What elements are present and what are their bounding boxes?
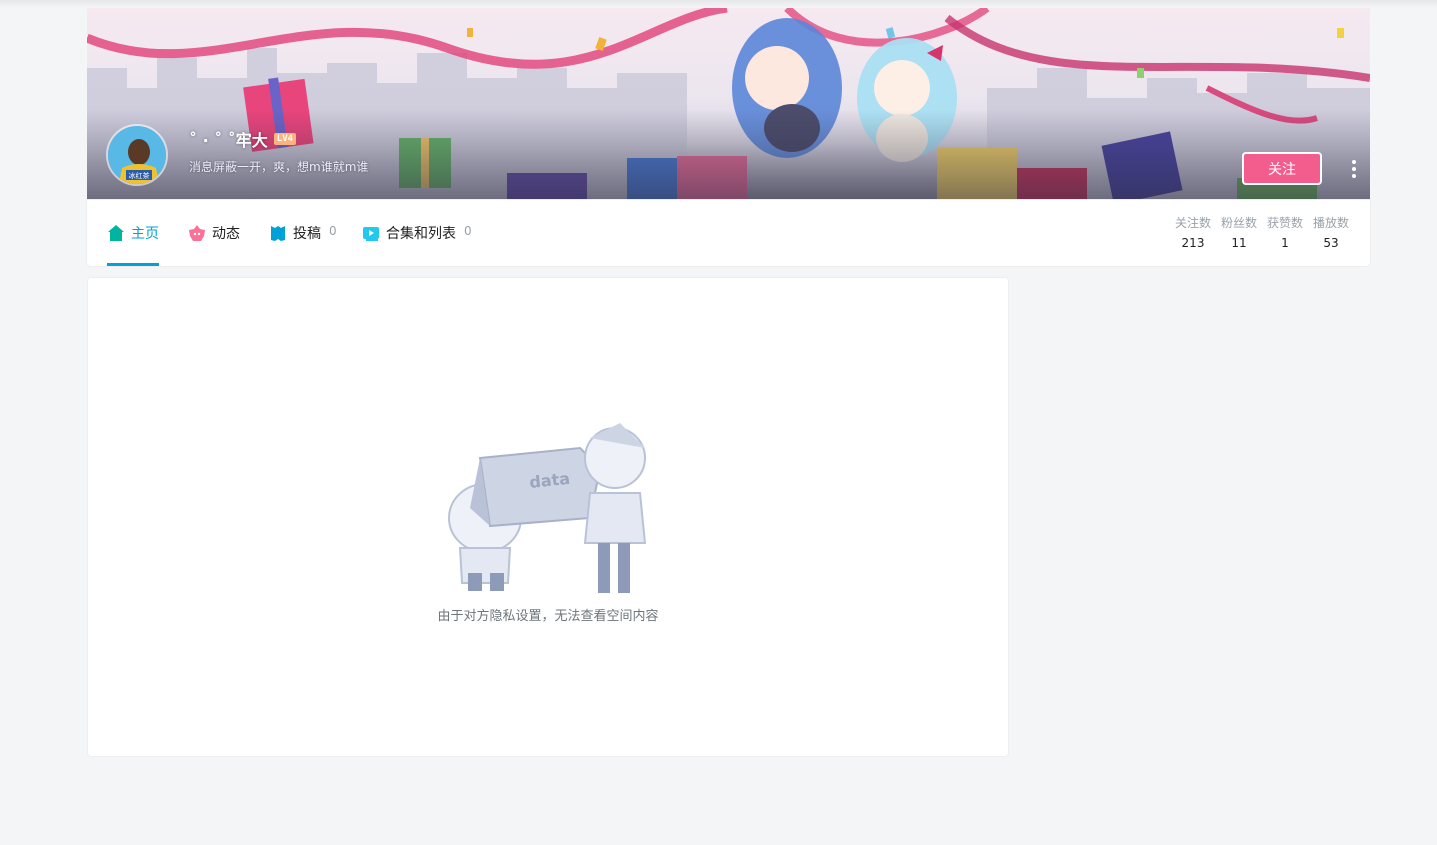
main-content: data 由于对方隐私设置，无法查看空间内容 — [87, 277, 1009, 757]
collection-icon — [363, 227, 379, 241]
stat-plays-value: 53 — [1323, 236, 1339, 250]
tab-collection[interactable]: 合集和列表 0 — [362, 200, 472, 266]
empty-illustration: data — [448, 423, 647, 593]
tab-upload-label: 投稿 — [293, 226, 321, 242]
upload-icon — [271, 226, 285, 241]
dynamic-icon — [189, 225, 205, 241]
tab-home[interactable]: 主页 — [107, 200, 159, 266]
follow-button[interactable]: 关注 — [1242, 152, 1322, 185]
stat-fans[interactable]: 粉丝数 11 — [1216, 214, 1262, 254]
avatar-jersey-text: 冰红茶 — [129, 171, 150, 180]
stat-fans-label: 粉丝数 — [1220, 216, 1257, 230]
level-badge: LV4 — [273, 133, 297, 145]
tab-upload[interactable]: 投稿 0 — [269, 200, 337, 266]
tab-home-label: 主页 — [131, 226, 159, 242]
stat-following[interactable]: 关注数 213 — [1170, 214, 1216, 254]
stat-following-label: 关注数 — [1174, 216, 1211, 230]
stat-likes[interactable]: 获赞数 1 — [1262, 214, 1308, 254]
empty-message: 由于对方隐私设置，无法查看空间内容 — [437, 609, 659, 624]
tab-upload-count: 0 — [329, 224, 337, 238]
stat-plays[interactable]: 播放数 53 — [1308, 214, 1354, 254]
tab-dynamic[interactable]: 动态 — [188, 200, 240, 266]
avatar[interactable]: 冰红茶 — [106, 124, 168, 186]
space-nav: 主页 动态 投稿 0 合集和列表 0 关注数 213 粉丝数 11 获赞数 1 … — [87, 200, 1370, 266]
stat-likes-label: 获赞数 — [1266, 216, 1303, 230]
stat-plays-label: 播放数 — [1312, 216, 1349, 230]
user-sign: 消息屏蔽一开，爽，想m谁就m谁 — [189, 160, 369, 174]
more-menu-icon[interactable] — [1347, 158, 1361, 180]
stat-fans-value: 11 — [1231, 236, 1247, 250]
top-shadow — [0, 0, 1437, 8]
space-header: 冰红茶 ˚ · ˚ ˚牢大 LV4 消息屏蔽一开，爽，想m谁就m谁 关注 主页 … — [87, 8, 1370, 266]
tab-collection-label: 合集和列表 — [386, 226, 456, 242]
banner-shade — [87, 110, 1370, 200]
tab-collection-count: 0 — [464, 224, 472, 238]
home-icon — [108, 225, 124, 241]
stats: 关注数 213 粉丝数 11 获赞数 1 播放数 53 — [1170, 214, 1354, 254]
stat-following-value: 213 — [1181, 236, 1205, 250]
user-name: ˚ · ˚ ˚牢大 — [189, 131, 268, 150]
tab-dynamic-label: 动态 — [212, 226, 240, 242]
banner: 冰红茶 ˚ · ˚ ˚牢大 LV4 消息屏蔽一开，爽，想m谁就m谁 关注 — [87, 8, 1370, 200]
user-name-row: ˚ · ˚ ˚牢大 LV4 — [189, 128, 297, 150]
stat-likes-value: 1 — [1281, 236, 1289, 250]
